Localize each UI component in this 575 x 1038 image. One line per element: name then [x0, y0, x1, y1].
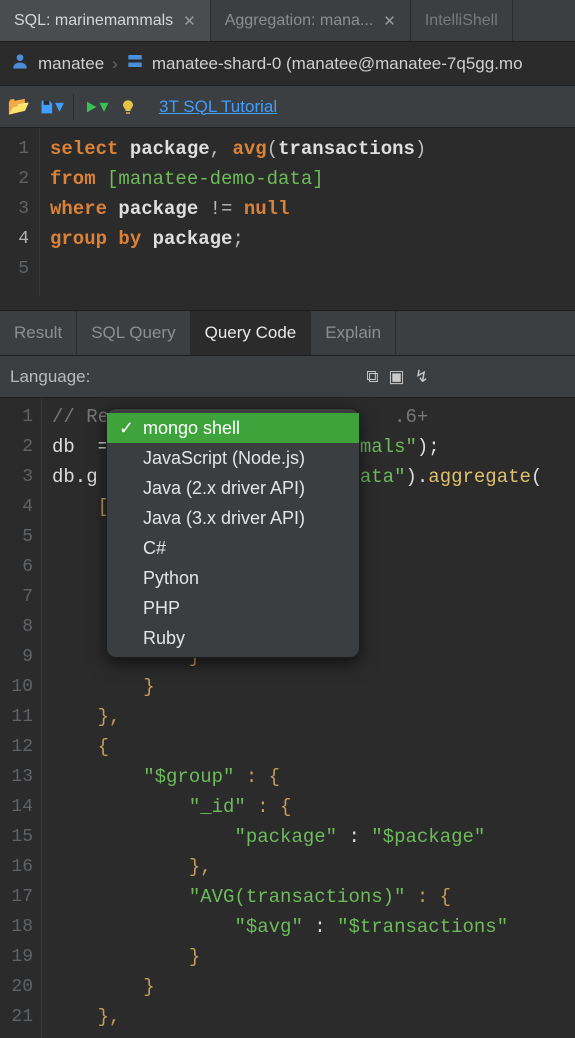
language-select[interactable] [98, 364, 358, 390]
tab-label: SQL: marinemammals [14, 12, 173, 30]
server-icon [126, 52, 144, 75]
breadcrumb: manatee › manatee-shard-0 (manatee@manat… [0, 42, 575, 86]
dropdown-item-mongoshell[interactable]: ✓mongo shell [107, 413, 359, 443]
line-gutter: 1 2 3 4 5 [0, 128, 40, 296]
language-dropdown[interactable]: ✓mongo shell JavaScript (Node.js) Java (… [106, 408, 360, 658]
tab-sql[interactable]: SQL: marinemammals ✕ [0, 0, 211, 41]
dropdown-item-java3[interactable]: Java (3.x driver API) [107, 503, 359, 533]
close-icon[interactable]: ✕ [383, 12, 396, 30]
copy-icon[interactable]: ⧉ [366, 367, 378, 387]
tab-query-code[interactable]: Query Code [191, 311, 312, 355]
tab-result[interactable]: Result [0, 311, 77, 355]
sql-editor[interactable]: 1 2 3 4 5 select package, avg(transactio… [0, 128, 575, 296]
tutorial-link[interactable]: 3T SQL Tutorial [159, 97, 277, 117]
dropdown-item-csharp[interactable]: C# [107, 533, 359, 563]
tab-aggregation[interactable]: Aggregation: mana... ✕ [211, 0, 411, 41]
tab-label: Aggregation: mana... [225, 12, 374, 30]
results-tabbar: Result SQL Query Query Code Explain [0, 310, 575, 356]
tab-explain[interactable]: Explain [311, 311, 396, 355]
save-icon[interactable]: ▾ [38, 94, 64, 120]
console-icon[interactable]: ▣ [389, 367, 405, 387]
chevron-right-icon: › [112, 54, 118, 74]
user-icon [10, 51, 30, 76]
explain-icon[interactable] [115, 94, 141, 120]
dropdown-item-java2[interactable]: Java (2.x driver API) [107, 473, 359, 503]
tab-label: IntelliShell [425, 12, 498, 30]
language-row: Language: ⧉ ▣ ↯ [0, 356, 575, 398]
export-icon[interactable]: ↯ [415, 367, 429, 387]
dropdown-item-php[interactable]: PHP [107, 593, 359, 623]
tab-sql-query[interactable]: SQL Query [77, 311, 190, 355]
dropdown-item-javascript[interactable]: JavaScript (Node.js) [107, 443, 359, 473]
sql-toolbar: 📂 ▾ ▾ 3T SQL Tutorial [0, 86, 575, 128]
run-icon[interactable]: ▾ [83, 94, 109, 120]
open-icon[interactable]: 📂 [6, 94, 32, 120]
line-gutter: 123456789101112131415161718192021 [0, 398, 42, 1038]
language-label: Language: [10, 367, 90, 387]
check-icon: ✓ [119, 418, 135, 439]
dropdown-item-python[interactable]: Python [107, 563, 359, 593]
toolbar-separator [73, 94, 74, 120]
querycode-toolbar: ⧉ ▣ ↯ [366, 367, 428, 387]
breadcrumb-db[interactable]: manatee [38, 54, 104, 74]
dropdown-item-ruby[interactable]: Ruby [107, 623, 359, 653]
tab-intellishell[interactable]: IntelliShell [411, 0, 513, 41]
sql-code[interactable]: select package, avg(transactions) from [… [40, 128, 436, 296]
editor-tabbar: SQL: marinemammals ✕ Aggregation: mana..… [0, 0, 575, 42]
breadcrumb-connection[interactable]: manatee-shard-0 (manatee@manatee-7q5gg.m… [152, 54, 523, 74]
close-icon[interactable]: ✕ [183, 12, 196, 30]
